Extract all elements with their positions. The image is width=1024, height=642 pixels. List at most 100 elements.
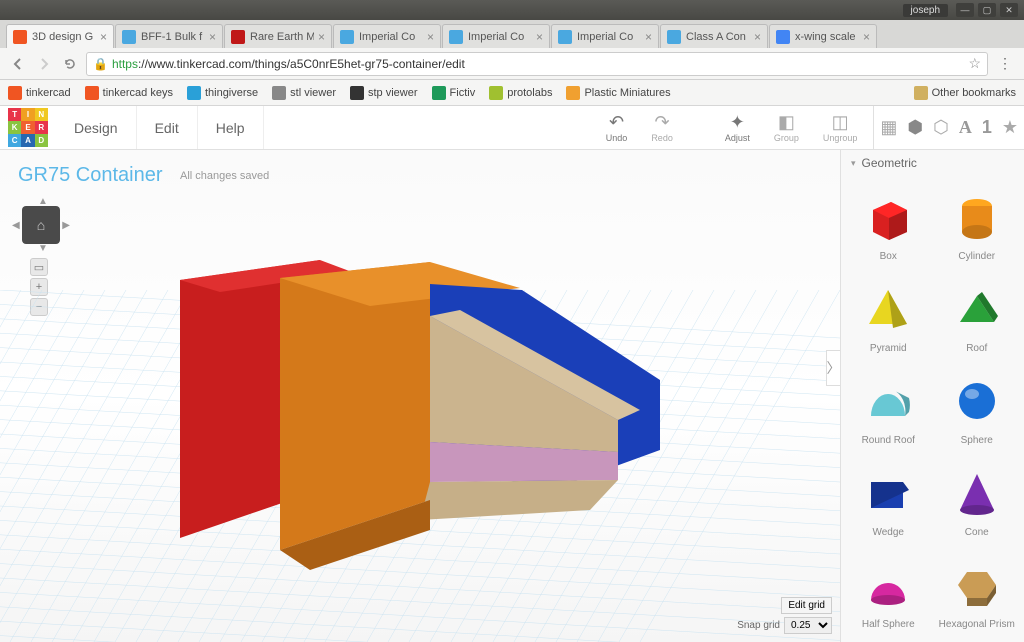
- bookmark-label: tinkercad keys: [103, 87, 173, 99]
- shape-label: Wedge: [872, 527, 904, 538]
- browser-tab[interactable]: Rare Earth M×: [224, 24, 332, 48]
- bookmark-item[interactable]: Fictiv: [432, 86, 476, 100]
- tab-close-icon[interactable]: ×: [863, 30, 870, 44]
- workplane-icon[interactable]: ▦: [880, 117, 897, 138]
- tab-favicon: [340, 30, 354, 44]
- view-cube[interactable]: ▲ ▼ ◀ ▶ ⌂: [14, 198, 68, 252]
- redo-button[interactable]: ↷Redo: [643, 113, 681, 143]
- address-bar: 🔒 https://www.tinkercad.com/things/a5C0n…: [0, 48, 1024, 80]
- group-button[interactable]: ◧Group: [766, 113, 807, 143]
- bookmark-label: protolabs: [507, 87, 552, 99]
- edit-menu[interactable]: Edit: [137, 106, 198, 149]
- bookmark-label: stl viewer: [290, 87, 336, 99]
- bookmark-item[interactable]: tinkercad: [8, 86, 71, 100]
- bookmark-item[interactable]: thingiverse: [187, 86, 258, 100]
- browser-tab[interactable]: x-wing scale ×: [769, 24, 877, 48]
- shape-hexagonal-prism[interactable]: Hexagonal Prism: [934, 548, 1021, 638]
- adjust-button[interactable]: ✦Adjust: [717, 113, 758, 143]
- shape-pyramid[interactable]: Pyramid: [845, 272, 932, 362]
- fit-view-button[interactable]: ▭: [30, 258, 48, 276]
- shape-glyph: [949, 189, 1005, 245]
- view-down-icon[interactable]: ▼: [38, 243, 48, 254]
- browser-menu-button[interactable]: ⋮: [994, 55, 1016, 72]
- bookmark-favicon: [272, 86, 286, 100]
- text-tool-icon[interactable]: A: [959, 117, 972, 138]
- back-button[interactable]: [8, 54, 28, 74]
- bookmark-star-icon[interactable]: ☆: [968, 55, 981, 72]
- shape-label: Box: [880, 251, 897, 262]
- tab-favicon: [231, 30, 245, 44]
- browser-tab[interactable]: BFF-1 Bulk f×: [115, 24, 223, 48]
- undo-button[interactable]: ↶Undo: [598, 113, 636, 143]
- tab-favicon: [13, 30, 27, 44]
- shape-roof[interactable]: Roof: [934, 272, 1021, 362]
- snap-grid-select[interactable]: 0.25: [784, 617, 832, 634]
- document-title[interactable]: GR75 Container: [18, 164, 163, 187]
- tab-favicon: [449, 30, 463, 44]
- os-username: joseph: [903, 4, 948, 17]
- browser-tab[interactable]: Class A Con ×: [660, 24, 768, 48]
- shape-glyph: [949, 373, 1005, 429]
- browser-tab[interactable]: Imperial Co×: [333, 24, 441, 48]
- tab-title: Imperial Co: [468, 31, 532, 43]
- shape-wedge[interactable]: Wedge: [845, 456, 932, 546]
- other-bookmarks[interactable]: Other bookmarks: [914, 86, 1016, 100]
- bookmark-item[interactable]: stl viewer: [272, 86, 336, 100]
- favorite-icon[interactable]: ★: [1002, 117, 1018, 138]
- lock-icon: 🔒: [93, 57, 108, 71]
- tab-favicon: [667, 30, 681, 44]
- tab-title: x-wing scale: [795, 31, 859, 43]
- browser-tab[interactable]: Imperial Co ×: [442, 24, 550, 48]
- bookmark-favicon: [8, 86, 22, 100]
- tab-title: Class A Con: [686, 31, 750, 43]
- tinkercad-logo[interactable]: TIN KER CAD: [8, 108, 48, 148]
- tab-close-icon[interactable]: ×: [645, 30, 652, 44]
- minimize-button[interactable]: —: [956, 3, 974, 17]
- solid-icon[interactable]: ⬢: [907, 117, 923, 138]
- shape-half-sphere[interactable]: Half Sphere: [845, 548, 932, 638]
- shape-label: Pyramid: [870, 343, 907, 354]
- view-left-icon[interactable]: ◀: [12, 220, 20, 231]
- tab-close-icon[interactable]: ×: [209, 30, 216, 44]
- panel-collapse-button[interactable]: 〉: [826, 350, 840, 386]
- edit-grid-button[interactable]: Edit grid: [781, 597, 832, 614]
- 3d-canvas[interactable]: GR75 Container All changes saved ▲ ▼ ◀ ▶…: [0, 150, 840, 642]
- bookmark-item[interactable]: protolabs: [489, 86, 552, 100]
- panel-category-header[interactable]: Geometric: [841, 150, 1024, 176]
- forward-button[interactable]: [34, 54, 54, 74]
- tab-close-icon[interactable]: ×: [536, 30, 543, 44]
- view-right-icon[interactable]: ▶: [62, 220, 70, 231]
- ungroup-button[interactable]: ◫Ungroup: [815, 113, 866, 143]
- tab-close-icon[interactable]: ×: [754, 30, 761, 44]
- other-bookmarks-label: Other bookmarks: [932, 87, 1016, 99]
- shape-label: Sphere: [961, 435, 993, 446]
- shape-cone[interactable]: Cone: [934, 456, 1021, 546]
- bookmark-item[interactable]: Plastic Miniatures: [566, 86, 670, 100]
- reload-button[interactable]: [60, 54, 80, 74]
- tab-close-icon[interactable]: ×: [427, 30, 434, 44]
- tab-close-icon[interactable]: ×: [100, 30, 107, 44]
- ruler-tool-icon[interactable]: 1: [982, 117, 992, 138]
- browser-tab[interactable]: 3D design G×: [6, 24, 114, 48]
- app-toolbar: TIN KER CAD Design Edit Help ↶Undo ↷Redo…: [0, 106, 1024, 150]
- url-protocol: https: [112, 57, 138, 71]
- shape-cylinder[interactable]: Cylinder: [934, 180, 1021, 270]
- close-button[interactable]: ✕: [1000, 3, 1018, 17]
- bookmark-item[interactable]: stp viewer: [350, 86, 418, 100]
- design-menu[interactable]: Design: [56, 106, 137, 149]
- url-path: ://www.tinkercad.com/things/a5C0nrE5het-…: [138, 57, 465, 71]
- shape-glyph: [860, 373, 916, 429]
- help-menu[interactable]: Help: [198, 106, 264, 149]
- shape-round-roof[interactable]: Round Roof: [845, 364, 932, 454]
- bookmark-favicon: [566, 86, 580, 100]
- browser-tab[interactable]: Imperial Co×: [551, 24, 659, 48]
- maximize-button[interactable]: ▢: [978, 3, 996, 17]
- bookmark-label: thingiverse: [205, 87, 258, 99]
- url-input[interactable]: 🔒 https://www.tinkercad.com/things/a5C0n…: [86, 52, 988, 76]
- shape-sphere[interactable]: Sphere: [934, 364, 1021, 454]
- tab-close-icon[interactable]: ×: [318, 30, 325, 44]
- bookmark-item[interactable]: tinkercad keys: [85, 86, 173, 100]
- hole-icon[interactable]: ⬡: [933, 117, 949, 138]
- 3d-model[interactable]: [120, 230, 680, 570]
- shape-box[interactable]: Box: [845, 180, 932, 270]
